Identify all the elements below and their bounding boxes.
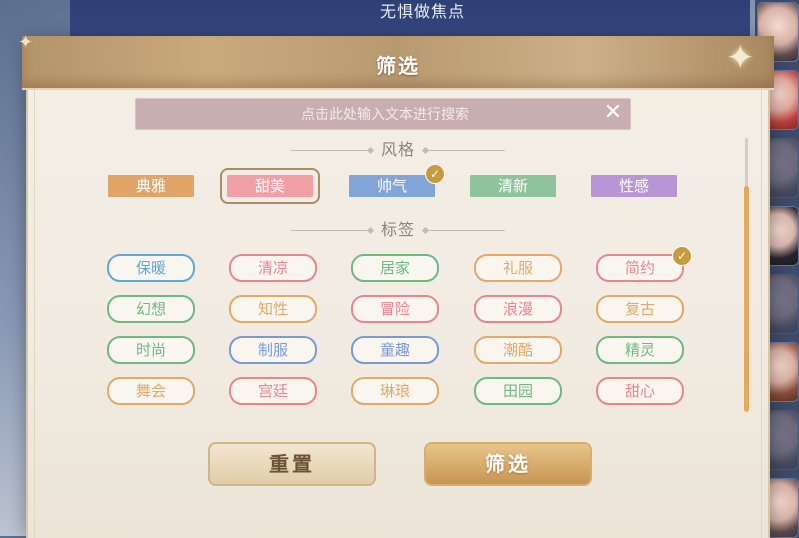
- tag-option[interactable]: 精灵: [596, 336, 684, 364]
- tag-option[interactable]: 时尚: [107, 336, 195, 364]
- tag-section-label: 标签: [380, 220, 415, 239]
- tag-option[interactable]: 宫廷: [229, 377, 317, 405]
- tag-section-header: 标签: [28, 216, 768, 240]
- tag-option[interactable]: 甜心: [596, 377, 684, 405]
- divider-right: [425, 230, 505, 231]
- scrollbar[interactable]: [744, 138, 749, 412]
- tag-option[interactable]: 田园: [474, 377, 562, 405]
- divider-right: [425, 150, 505, 151]
- selected-check-icon: ✓: [672, 246, 692, 266]
- search-input[interactable]: [136, 99, 634, 131]
- style-option[interactable]: 帅气: [349, 175, 435, 197]
- tag-option[interactable]: 浪漫: [474, 295, 562, 323]
- filter-dialog: ✦ 筛选 ✦ ✕ 风格 典雅甜美帅气✓清新性感 标签 保暖清凉居家礼服简约✓幻想…: [18, 32, 774, 538]
- tag-option[interactable]: 居家: [351, 254, 439, 282]
- style-option[interactable]: 性感: [591, 175, 677, 197]
- reset-button[interactable]: 重置: [208, 442, 376, 486]
- tag-option[interactable]: 保暖: [107, 254, 195, 282]
- sparkle-star-icon: ✦: [726, 38, 755, 78]
- tag-option[interactable]: 制服: [229, 336, 317, 364]
- tag-option[interactable]: 童趣: [351, 336, 439, 364]
- style-option[interactable]: 甜美: [220, 168, 320, 204]
- style-option[interactable]: 清新: [470, 175, 556, 197]
- divider-left: [290, 230, 371, 231]
- dialog-title: 筛选: [376, 54, 420, 78]
- tag-option[interactable]: 冒险: [351, 295, 439, 323]
- selected-check-icon: ✓: [425, 164, 445, 184]
- clear-search-icon[interactable]: ✕: [602, 102, 624, 124]
- scrollbar-thumb[interactable]: [744, 186, 749, 412]
- apply-filter-button[interactable]: 筛选: [424, 442, 592, 486]
- tag-option[interactable]: 琳琅: [351, 377, 439, 405]
- divider-left: [290, 150, 371, 151]
- tag-option[interactable]: 知性: [229, 295, 317, 323]
- tag-option[interactable]: 潮酷: [474, 336, 562, 364]
- style-section-header: 风格: [28, 136, 768, 160]
- style-section-label: 风格: [380, 140, 415, 159]
- background-caption: 无惧做焦点: [380, 2, 466, 21]
- tag-option[interactable]: 幻想: [107, 295, 195, 323]
- search-bar: ✕: [135, 98, 634, 131]
- tag-option[interactable]: 礼服: [474, 254, 562, 282]
- tag-option[interactable]: 复古: [596, 295, 684, 323]
- style-option[interactable]: 典雅: [108, 175, 194, 197]
- dialog-header: ✦ 筛选 ✦: [18, 32, 774, 90]
- tag-option[interactable]: 舞会: [107, 377, 195, 405]
- tag-option[interactable]: 清凉: [229, 254, 317, 282]
- tag-option[interactable]: 简约: [596, 254, 684, 282]
